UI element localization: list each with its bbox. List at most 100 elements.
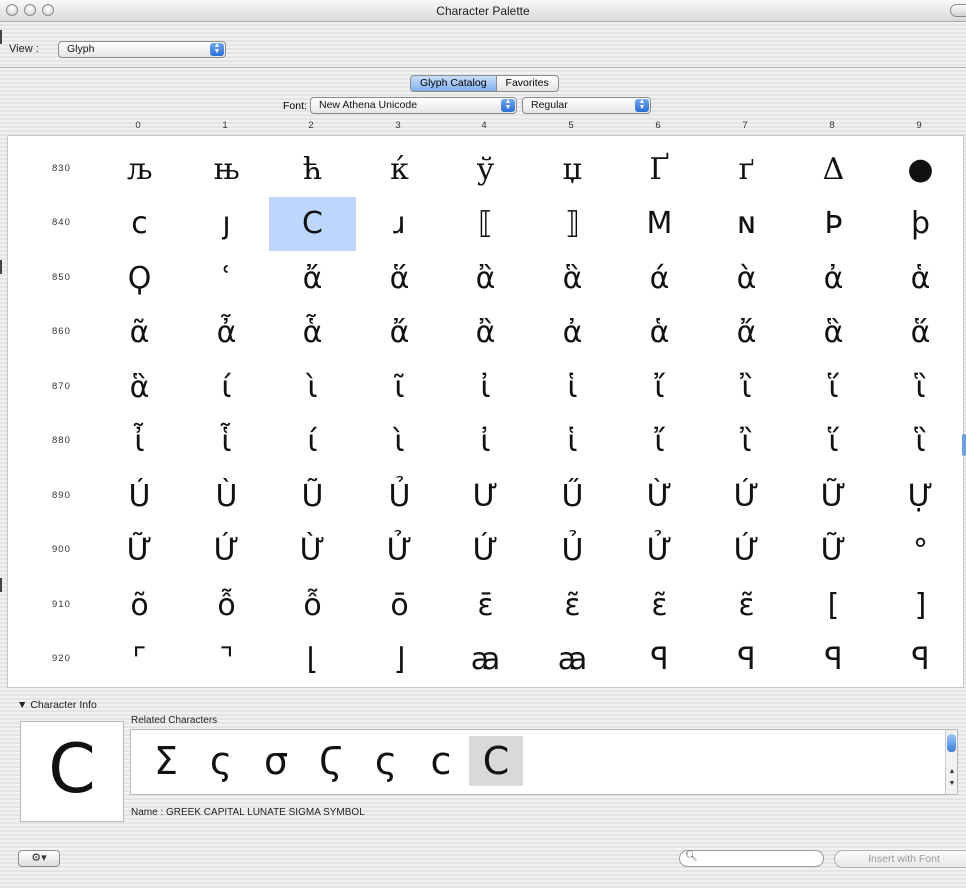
glyph-cell[interactable]: ꟼ — [703, 633, 790, 687]
glyph-cell[interactable]: ἄ — [269, 252, 356, 306]
glyph-cell[interactable]: џ — [529, 143, 616, 197]
related-character[interactable]: Ϛ — [304, 736, 358, 786]
glyph-cell[interactable]: ἅ — [877, 306, 963, 360]
glyph-cell[interactable]: ἰ — [442, 415, 529, 469]
glyph-cell[interactable]: ἴ — [616, 415, 703, 469]
glyph-cell[interactable]: ἃ — [96, 361, 183, 415]
glyph-cell[interactable]: ɹ — [356, 197, 443, 251]
tab-glyph-catalog[interactable]: Glyph Catalog — [410, 75, 497, 92]
glyph-cell[interactable]: ί — [183, 361, 270, 415]
glyph-cell[interactable]: ἀ — [790, 252, 877, 306]
glyph-cell[interactable]: ἷ — [183, 415, 270, 469]
glyph-cell[interactable]: ὶ — [356, 415, 443, 469]
glyph-cell[interactable]: þ — [877, 197, 963, 251]
glyph-cell[interactable]: ἳ — [877, 415, 963, 469]
glyph-cell[interactable]: ⌊ — [269, 633, 356, 687]
glyph-cell[interactable]: Ừ — [616, 470, 703, 524]
glyph-cell[interactable]: ῖ — [356, 361, 443, 415]
glyph-cell[interactable]: ў — [442, 143, 529, 197]
scroll-down-arrow-icon[interactable]: ▼ — [947, 780, 957, 788]
related-scroll-thumb[interactable] — [947, 734, 956, 752]
glyph-cell[interactable]: ⟧ — [529, 197, 616, 251]
glyph-cell[interactable]: ε̄ — [442, 579, 529, 633]
glyph-cell[interactable]: Ù — [183, 470, 270, 524]
glyph-cell[interactable]: ō — [356, 579, 443, 633]
glyph-cell[interactable]: Μ — [616, 197, 703, 251]
glyph-cell[interactable]: Ứ — [703, 470, 790, 524]
glyph-cell[interactable]: ἂ — [442, 252, 529, 306]
glyph-cell[interactable]: ἆ — [183, 306, 270, 360]
glyph-cell[interactable]: Ủ — [529, 524, 616, 578]
related-character[interactable]: ς — [194, 736, 248, 786]
glyph-cell[interactable]: ε̃ — [703, 579, 790, 633]
glyph-cell[interactable]: ꟼ — [616, 633, 703, 687]
insert-with-font-button[interactable]: Insert with Font — [834, 850, 966, 868]
glyph-cell[interactable]: Ữ — [96, 524, 183, 578]
glyph-cell[interactable]: ⌋ — [356, 633, 443, 687]
glyph-cell[interactable]: ꟼ — [790, 633, 877, 687]
glyph-grid[interactable]: 830 љ њ ћ ќ ў џ Ґґ Δ ● 840 ϲ ȷ Ϲɹ ⟦ ⟧ Μɴ Þþ 850 Ϙ ʿ ἄ ἅ ἂ ἃ ά ὰ ἀ ἁ 8… — [7, 135, 964, 688]
glyph-cell[interactable]: ќ — [356, 143, 443, 197]
glyph-cell[interactable]: ἶ — [96, 415, 183, 469]
glyph-cell[interactable]: ὶ — [269, 361, 356, 415]
glyph-cell[interactable]: ⌝ — [183, 633, 270, 687]
glyph-cell[interactable]: ] — [877, 579, 963, 633]
related-characters-list[interactable]: ▲ ▼ ΣςσϚςcϹ — [130, 729, 958, 795]
related-character[interactable]: c — [414, 736, 468, 786]
glyph-cell[interactable]: Ứ — [703, 524, 790, 578]
glyph-cell[interactable]: [ — [790, 579, 877, 633]
glyph-cell[interactable]: Ữ — [790, 470, 877, 524]
glyph-cell[interactable]: Ű — [529, 470, 616, 524]
grid-scroll-indicator[interactable] — [962, 434, 966, 456]
glyph-cell[interactable]: ꟼ — [877, 633, 963, 687]
action-gear-button[interactable]: ⚙▾ — [18, 850, 60, 867]
glyph-cell[interactable]: њ — [183, 143, 270, 197]
glyph-cell[interactable]: Ґ — [616, 143, 703, 197]
glyph-cell[interactable]: ȷ — [183, 197, 270, 251]
glyph-cell[interactable]: ί — [269, 415, 356, 469]
glyph-cell[interactable]: ἃ — [529, 252, 616, 306]
glyph-cell[interactable]: ἁ — [877, 252, 963, 306]
glyph-cell[interactable]: ⌜ — [96, 633, 183, 687]
glyph-cell[interactable]: ϲ — [96, 197, 183, 251]
glyph-cell[interactable]: Δ — [790, 143, 877, 197]
glyph-cell[interactable]: ἅ — [356, 252, 443, 306]
glyph-cell[interactable]: Ủ — [356, 470, 443, 524]
glyph-cell[interactable]: ỗ — [269, 579, 356, 633]
glyph-cell[interactable]: ά — [616, 252, 703, 306]
font-family-popup[interactable]: New Athena Unicode ▲ ▼ — [310, 97, 517, 114]
glyph-cell[interactable]: Ử — [356, 524, 443, 578]
glyph-cell[interactable]: ὰ — [703, 252, 790, 306]
glyph-cell[interactable]: Ứ — [183, 524, 270, 578]
glyph-cell[interactable]: Ϙ — [96, 252, 183, 306]
glyph-cell[interactable]: ⟦ — [442, 197, 529, 251]
related-character[interactable]: Σ — [139, 736, 193, 786]
glyph-cell[interactable]: ἄ — [356, 306, 443, 360]
glyph-cell[interactable]: ° — [877, 524, 963, 578]
glyph-cell[interactable]: ● — [877, 143, 963, 197]
related-character[interactable]: σ — [249, 736, 303, 786]
related-character[interactable]: Ϲ — [469, 736, 523, 786]
toolbar-toggle-button[interactable] — [950, 4, 966, 17]
character-info-disclosure[interactable]: ▼ Character Info — [17, 699, 97, 711]
glyph-cell[interactable]: ε̃ — [616, 579, 703, 633]
glyph-cell[interactable]: ἵ — [790, 361, 877, 415]
glyph-cell[interactable]: ἃ — [790, 306, 877, 360]
glyph-cell[interactable]: Ú — [96, 470, 183, 524]
glyph-cell[interactable]: Ứ — [442, 524, 529, 578]
glyph-cell[interactable]: Ϲ — [269, 197, 356, 251]
glyph-cell[interactable]: ἲ — [703, 415, 790, 469]
glyph-cell[interactable]: ἳ — [877, 361, 963, 415]
glyph-cell[interactable]: ἱ — [529, 415, 616, 469]
glyph-cell[interactable]: ἁ — [616, 306, 703, 360]
glyph-cell[interactable]: Ư — [442, 470, 529, 524]
glyph-cell[interactable]: ἂ — [442, 306, 529, 360]
glyph-cell[interactable]: ἴ — [616, 361, 703, 415]
glyph-cell[interactable]: ἱ — [529, 361, 616, 415]
glyph-cell[interactable]: ἀ — [529, 306, 616, 360]
glyph-cell[interactable]: ἵ — [790, 415, 877, 469]
glyph-cell[interactable]: ᾶ — [96, 306, 183, 360]
search-field[interactable]: 🔍︎ — [679, 850, 824, 867]
glyph-cell[interactable]: ἄ — [703, 306, 790, 360]
glyph-cell[interactable]: ґ — [703, 143, 790, 197]
